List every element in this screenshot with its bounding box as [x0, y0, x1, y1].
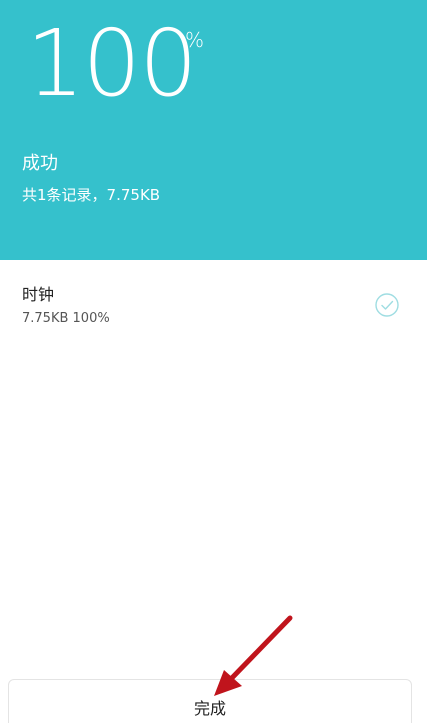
item-name: 时钟	[22, 285, 55, 304]
backup-result-screen: 100 % 成功 共1条记录，7.75KB 时钟 7.75KB 100% 完成	[0, 0, 427, 723]
bottom-bar: 完成	[8, 679, 412, 723]
progress-header: 100 % 成功 共1条记录，7.75KB	[0, 0, 427, 260]
list-item: 时钟 7.75KB 100%	[0, 272, 427, 342]
item-detail: 7.75KB 100%	[22, 311, 110, 326]
status-title: 成功	[22, 153, 58, 174]
check-circle-icon	[375, 293, 399, 317]
status-summary: 共1条记录，7.75KB	[22, 186, 161, 204]
progress-percent-number: 100	[26, 10, 198, 117]
done-button[interactable]: 完成	[9, 680, 411, 723]
progress-percent-unit: %	[185, 28, 205, 52]
